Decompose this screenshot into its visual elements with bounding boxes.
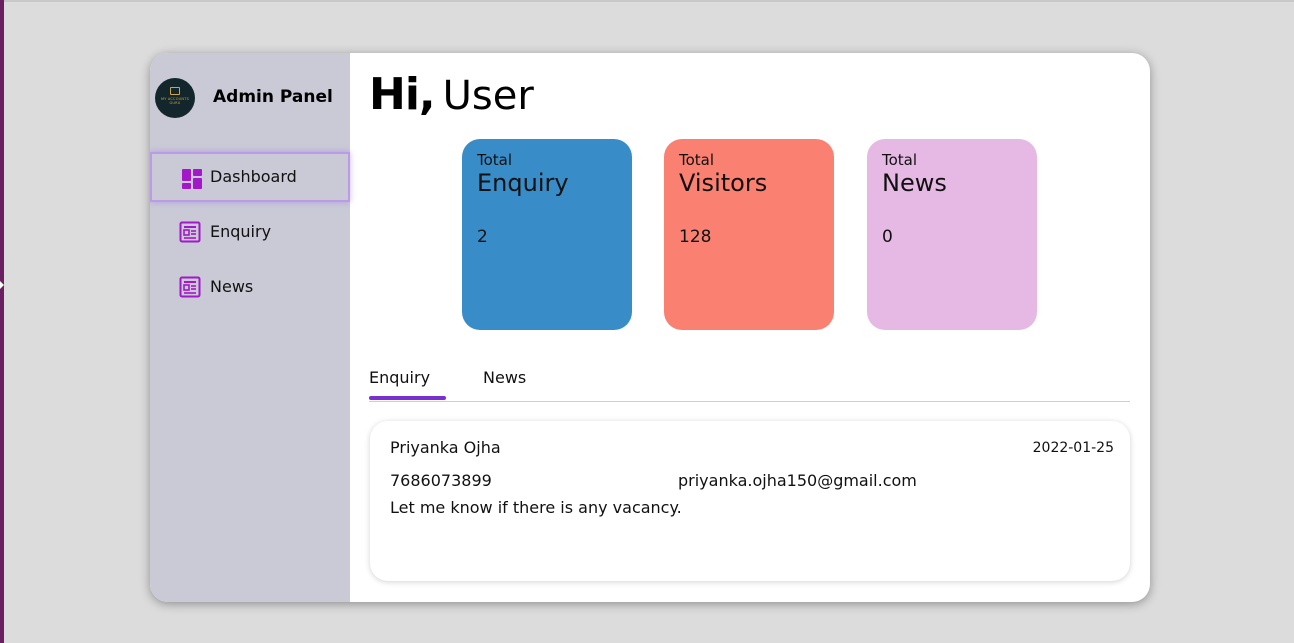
tab-news[interactable]: News xyxy=(483,368,526,387)
enquiry-name: Priyanka Ojha xyxy=(390,438,501,457)
newspaper-icon xyxy=(179,221,201,243)
sidebar-item-dashboard[interactable]: Dashboard xyxy=(150,152,350,202)
admin-panel: MY ACCOUNTS GURU Admin Panel Dashboard E… xyxy=(150,53,1150,602)
card-caption: Total xyxy=(477,151,513,169)
left-window-edge xyxy=(0,0,4,643)
greeting-user: User xyxy=(442,73,534,119)
top-border xyxy=(0,0,1294,2)
greeting-hi: Hi, xyxy=(369,69,436,120)
newspaper-icon xyxy=(179,276,201,298)
sidebar-item-label: News xyxy=(210,277,254,296)
logo-text: MY ACCOUNTS GURU xyxy=(161,97,189,105)
sidebar: MY ACCOUNTS GURU Admin Panel Dashboard E… xyxy=(150,53,350,602)
tab-enquiry[interactable]: Enquiry xyxy=(369,368,430,387)
enquiry-phone: 7686073899 xyxy=(390,471,492,490)
card-title: Visitors xyxy=(679,169,768,197)
enquiry-message: Let me know if there is any vacancy. xyxy=(390,498,682,517)
active-tab-indicator xyxy=(369,396,446,400)
sidebar-item-enquiry[interactable]: Enquiry xyxy=(150,207,350,257)
collapse-caret-icon[interactable] xyxy=(0,281,4,289)
card-title: Enquiry xyxy=(477,169,569,197)
total-visitors-card[interactable]: Total Visitors 128 xyxy=(664,139,834,330)
sidebar-item-label: Enquiry xyxy=(210,222,272,241)
briefcase-icon xyxy=(170,87,180,95)
page-title: Hi, User xyxy=(369,69,534,120)
sidebar-item-news[interactable]: News xyxy=(150,262,350,312)
card-count: 128 xyxy=(679,227,712,247)
sidebar-title: Admin Panel xyxy=(213,87,333,107)
sidebar-item-label: Dashboard xyxy=(210,167,297,186)
enquiry-date: 2022-01-25 xyxy=(1032,440,1114,456)
total-news-card[interactable]: Total News 0 xyxy=(867,139,1037,330)
dashboard-icon xyxy=(182,169,202,189)
tab-bar: Enquiry News xyxy=(369,366,1130,402)
total-enquiry-card[interactable]: Total Enquiry 2 xyxy=(462,139,632,330)
brand-logo: MY ACCOUNTS GURU xyxy=(155,78,195,118)
card-caption: Total xyxy=(882,151,918,169)
card-caption: Total xyxy=(679,151,715,169)
enquiry-item[interactable]: Priyanka Ojha 2022-01-25 7686073899 priy… xyxy=(370,421,1130,581)
enquiry-email[interactable]: priyanka.ojha150@gmail.com xyxy=(678,471,917,490)
card-title: News xyxy=(882,169,947,197)
card-count: 2 xyxy=(477,227,488,247)
card-count: 0 xyxy=(882,227,893,247)
